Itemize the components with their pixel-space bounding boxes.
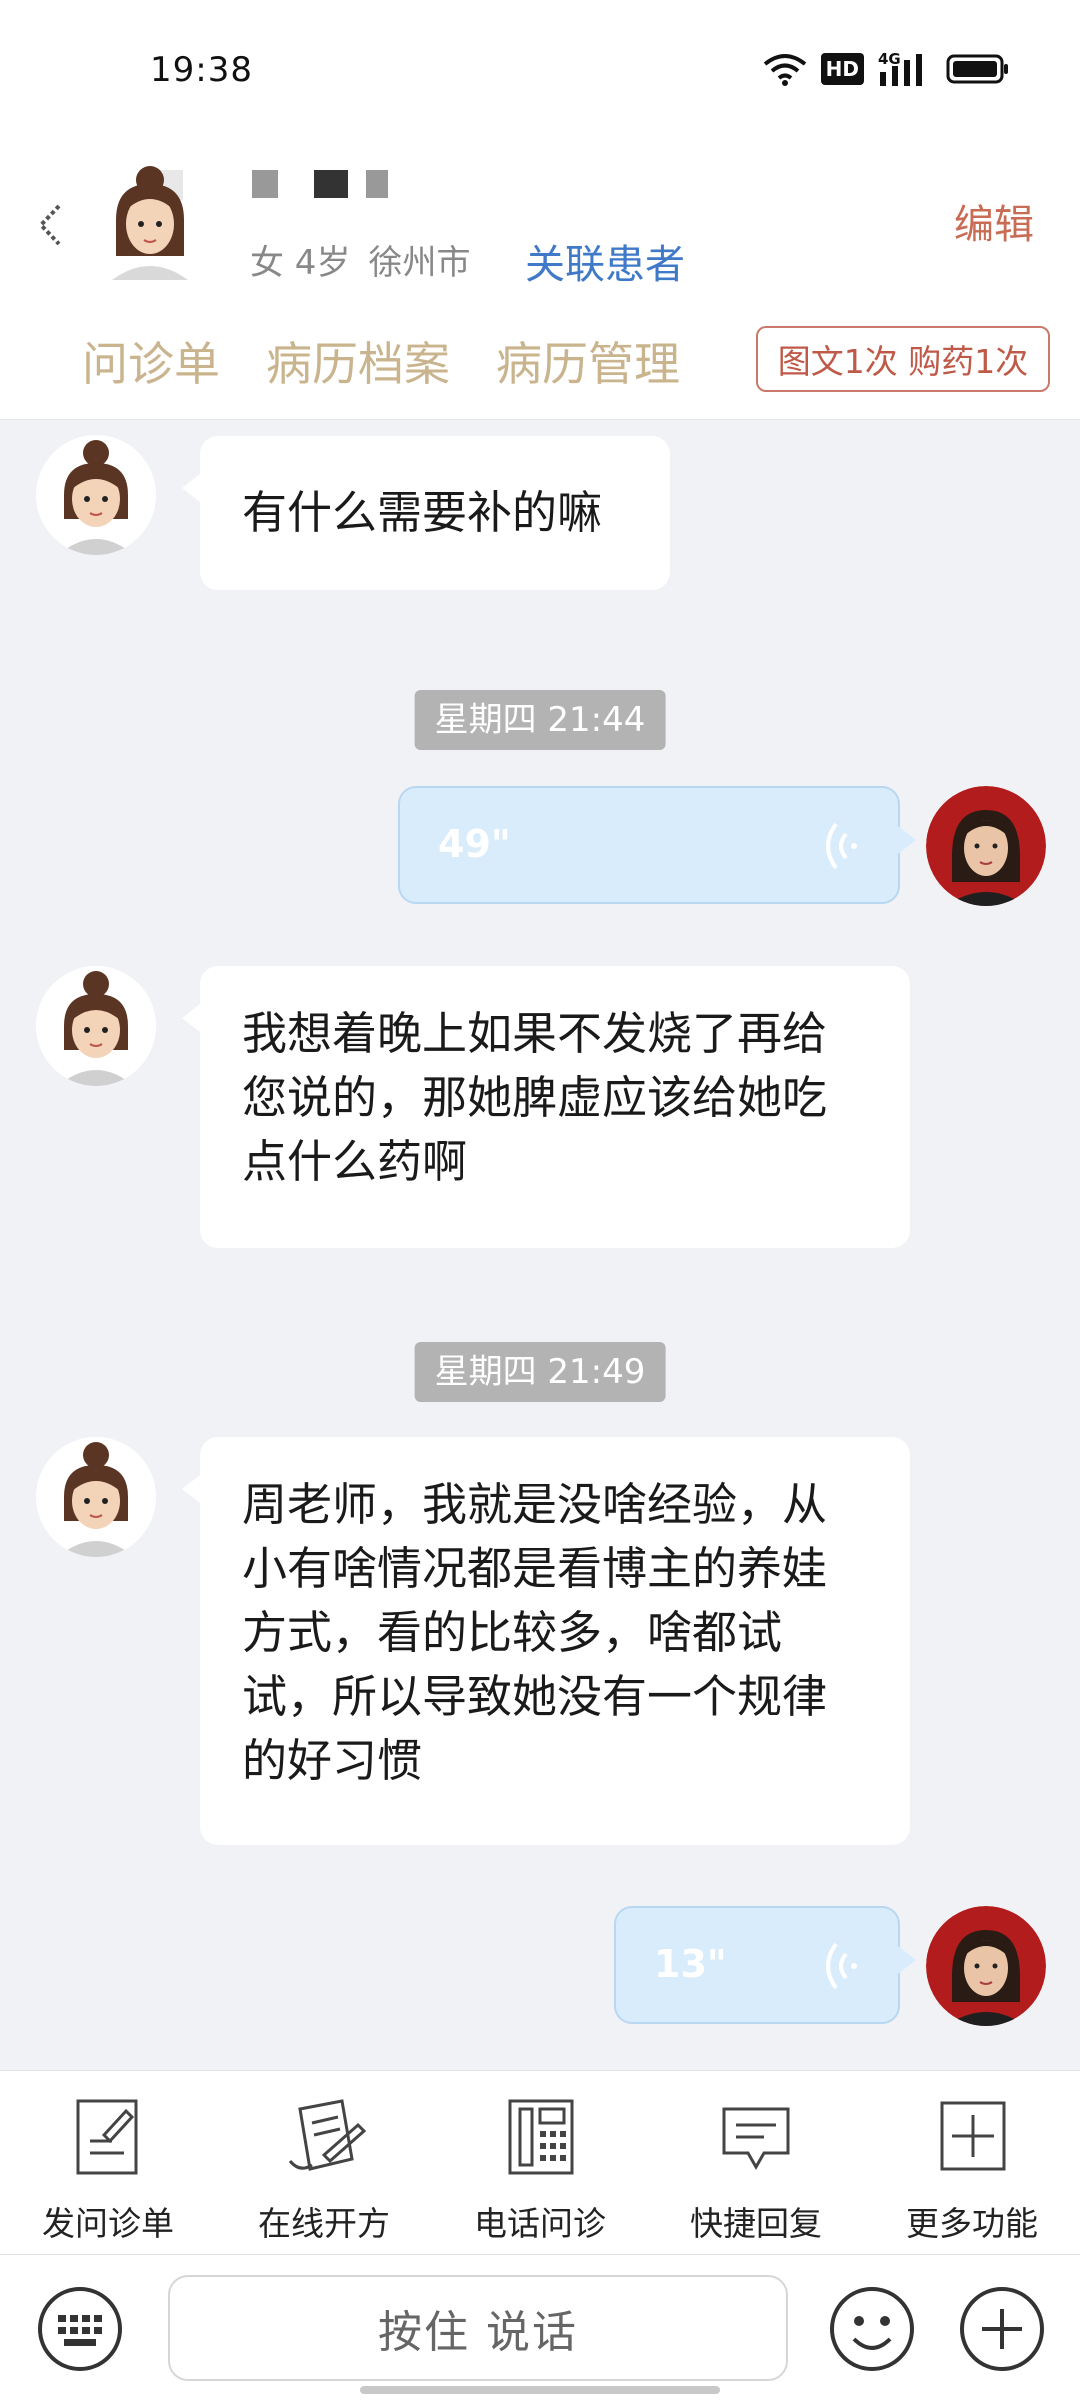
message-timestamp: 星期四 21:44 xyxy=(414,690,666,750)
back-button[interactable] xyxy=(30,195,70,255)
doctor-avatar[interactable] xyxy=(926,1906,1046,2026)
quick-reply-button[interactable]: 快捷回复 xyxy=(648,2071,864,2255)
signal-icon: 4G xyxy=(878,50,932,88)
phone-consult-button[interactable]: 电话问诊 xyxy=(432,2071,648,2255)
patient-avatar[interactable] xyxy=(108,160,198,280)
message-text: 有什么需要补的嘛 xyxy=(242,486,603,539)
tool-label: 更多功能 xyxy=(906,2204,1038,2243)
patient-name-redacted xyxy=(252,170,388,198)
message-text-line: 我想着晚上如果不发烧了再给 xyxy=(242,1007,828,1060)
plus-box-icon xyxy=(940,2101,1006,2171)
patient-message-avatar[interactable] xyxy=(36,1437,156,1557)
tab-consult-form[interactable]: 问诊单 xyxy=(82,328,220,394)
patient-meta: 女 4岁 徐州市 xyxy=(250,235,470,284)
phone-icon xyxy=(508,2099,574,2175)
hold-to-talk-button[interactable]: 按住 说话 xyxy=(168,2275,788,2381)
more-functions-button[interactable]: 更多功能 xyxy=(864,2071,1080,2255)
message-text-line: 您说的，那她脾虚应该给她吃 xyxy=(242,1071,828,1124)
voice-wave-icon xyxy=(826,822,857,870)
message-text-line: 点什么药啊 xyxy=(242,1135,468,1188)
plus-circle-icon xyxy=(960,2287,1044,2371)
tab-medical-file[interactable]: 病历档案 xyxy=(266,328,450,394)
send-consult-form-button[interactable]: 发问诊单 xyxy=(0,2071,216,2255)
chat-bubble-icon xyxy=(722,2107,790,2171)
message-bubble-incoming[interactable]: 有什么需要补的嘛 xyxy=(182,436,670,590)
attachment-plus-button[interactable] xyxy=(958,2285,1046,2373)
voice-message-bubble[interactable]: 13" xyxy=(614,1906,916,2024)
wifi-icon xyxy=(763,52,807,86)
patient-message-avatar[interactable] xyxy=(36,966,156,1086)
patient-message-avatar[interactable] xyxy=(36,435,156,555)
message-text-line: 小有啥情况都是看博主的养娃 xyxy=(242,1542,828,1595)
voice-duration: 49" xyxy=(438,822,511,866)
chat-messages[interactable]: 有什么需要补的嘛 星期四 21:44 49" 我想着晚上如果不发烧了再给 您说的… xyxy=(0,420,1080,2070)
tool-label: 发问诊单 xyxy=(42,2204,174,2243)
battery-icon xyxy=(946,54,1010,84)
link-patient-button[interactable]: 关联患者 xyxy=(525,232,685,290)
smiley-icon xyxy=(830,2287,914,2371)
input-bar: 按住 说话 xyxy=(0,2254,1080,2400)
message-timestamp: 星期四 21:49 xyxy=(414,1342,666,1402)
message-text-line: 周老师，我就是没啥经验，从 xyxy=(242,1478,828,1531)
message-text-line: 的好习惯 xyxy=(242,1734,423,1787)
home-indicator[interactable] xyxy=(360,2386,720,2394)
tool-label: 电话问诊 xyxy=(474,2204,606,2243)
tool-label: 在线开方 xyxy=(258,2204,390,2243)
message-text-line: 试，所以导致她没有一个规律 xyxy=(242,1670,828,1723)
tab-medical-management[interactable]: 病历管理 xyxy=(496,328,680,394)
svg-text:4G: 4G xyxy=(878,50,901,68)
voice-wave-icon xyxy=(826,1942,857,1990)
emoji-button[interactable] xyxy=(828,2285,916,2373)
form-icon xyxy=(76,2099,138,2175)
chat-header: 女 4岁 徐州市 关联患者 编辑 问诊单 病历档案 病历管理 图文1次 购药1次 xyxy=(0,140,1080,420)
message-bubble-incoming[interactable]: 周老师，我就是没啥经验，从 小有啥情况都是看博主的养娃 方式，看的比较多，啥都试… xyxy=(182,1437,910,1845)
status-icons: HD 4G xyxy=(763,50,1010,88)
service-quota-badge[interactable]: 图文1次 购药1次 xyxy=(756,326,1050,392)
tool-label: 快捷回复 xyxy=(690,2204,822,2243)
status-bar: 19:38 HD 4G xyxy=(0,0,1080,140)
message-bubble-incoming[interactable]: 我想着晚上如果不发烧了再给 您说的，那她脾虚应该给她吃 点什么药啊 xyxy=(182,966,910,1248)
edit-button[interactable]: 编辑 xyxy=(954,192,1034,250)
voice-message-bubble[interactable]: 49" xyxy=(398,786,916,904)
message-text-line: 方式，看的比较多，啥都试 xyxy=(242,1606,783,1659)
function-toolbar: 发问诊单 在线开方 电话问诊 快捷回复 更多功能 xyxy=(0,2070,1080,2254)
patient-gender-age: 女 4岁 xyxy=(250,243,351,283)
prescription-icon xyxy=(288,2099,366,2171)
chevron-left-icon xyxy=(38,204,61,246)
keyboard-icon xyxy=(38,2287,122,2371)
online-prescription-button[interactable]: 在线开方 xyxy=(216,2071,432,2255)
keyboard-toggle-button[interactable] xyxy=(36,2285,124,2373)
header-tabs: 问诊单 病历档案 病历管理 xyxy=(82,328,680,394)
hd-icon: HD xyxy=(820,53,864,85)
doctor-avatar[interactable] xyxy=(926,786,1046,906)
status-time: 19:38 xyxy=(150,50,253,90)
patient-city: 徐州市 xyxy=(368,243,471,283)
voice-duration: 13" xyxy=(654,1942,727,1986)
